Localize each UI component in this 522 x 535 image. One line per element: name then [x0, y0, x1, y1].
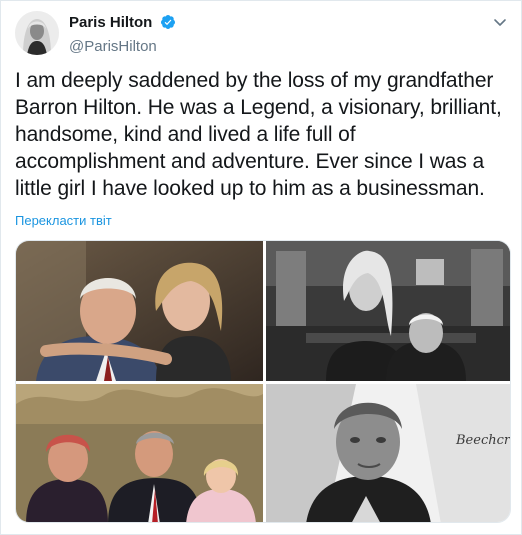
author-names: Paris Hilton @ParisHilton: [69, 14, 176, 55]
photo-grandfather-granddaughter[interactable]: [16, 241, 263, 381]
photo-family-group[interactable]: [16, 384, 263, 522]
avatar[interactable]: [15, 11, 59, 55]
media-grid: Beechcraft: [15, 240, 511, 523]
display-name[interactable]: Paris Hilton: [69, 14, 152, 31]
photo-aviator-portrait[interactable]: Beechcraft: [266, 384, 511, 522]
photo-black-white-portrait[interactable]: [266, 241, 510, 381]
tweet-header: Paris Hilton @ParisHilton: [15, 11, 509, 55]
verified-badge-icon: [160, 14, 176, 35]
avatar-image: [15, 11, 59, 55]
handle[interactable]: @ParisHilton: [69, 38, 176, 55]
chevron-down-icon[interactable]: [491, 13, 509, 31]
translate-link[interactable]: Перекласти твіт: [15, 213, 112, 228]
tweet-text: I am deeply saddened by the loss of my g…: [15, 69, 502, 200]
aircraft-sign-text: Beechcraft: [455, 433, 511, 448]
tweet-card: Paris Hilton @ParisHilton I am deeply sa…: [0, 0, 522, 535]
